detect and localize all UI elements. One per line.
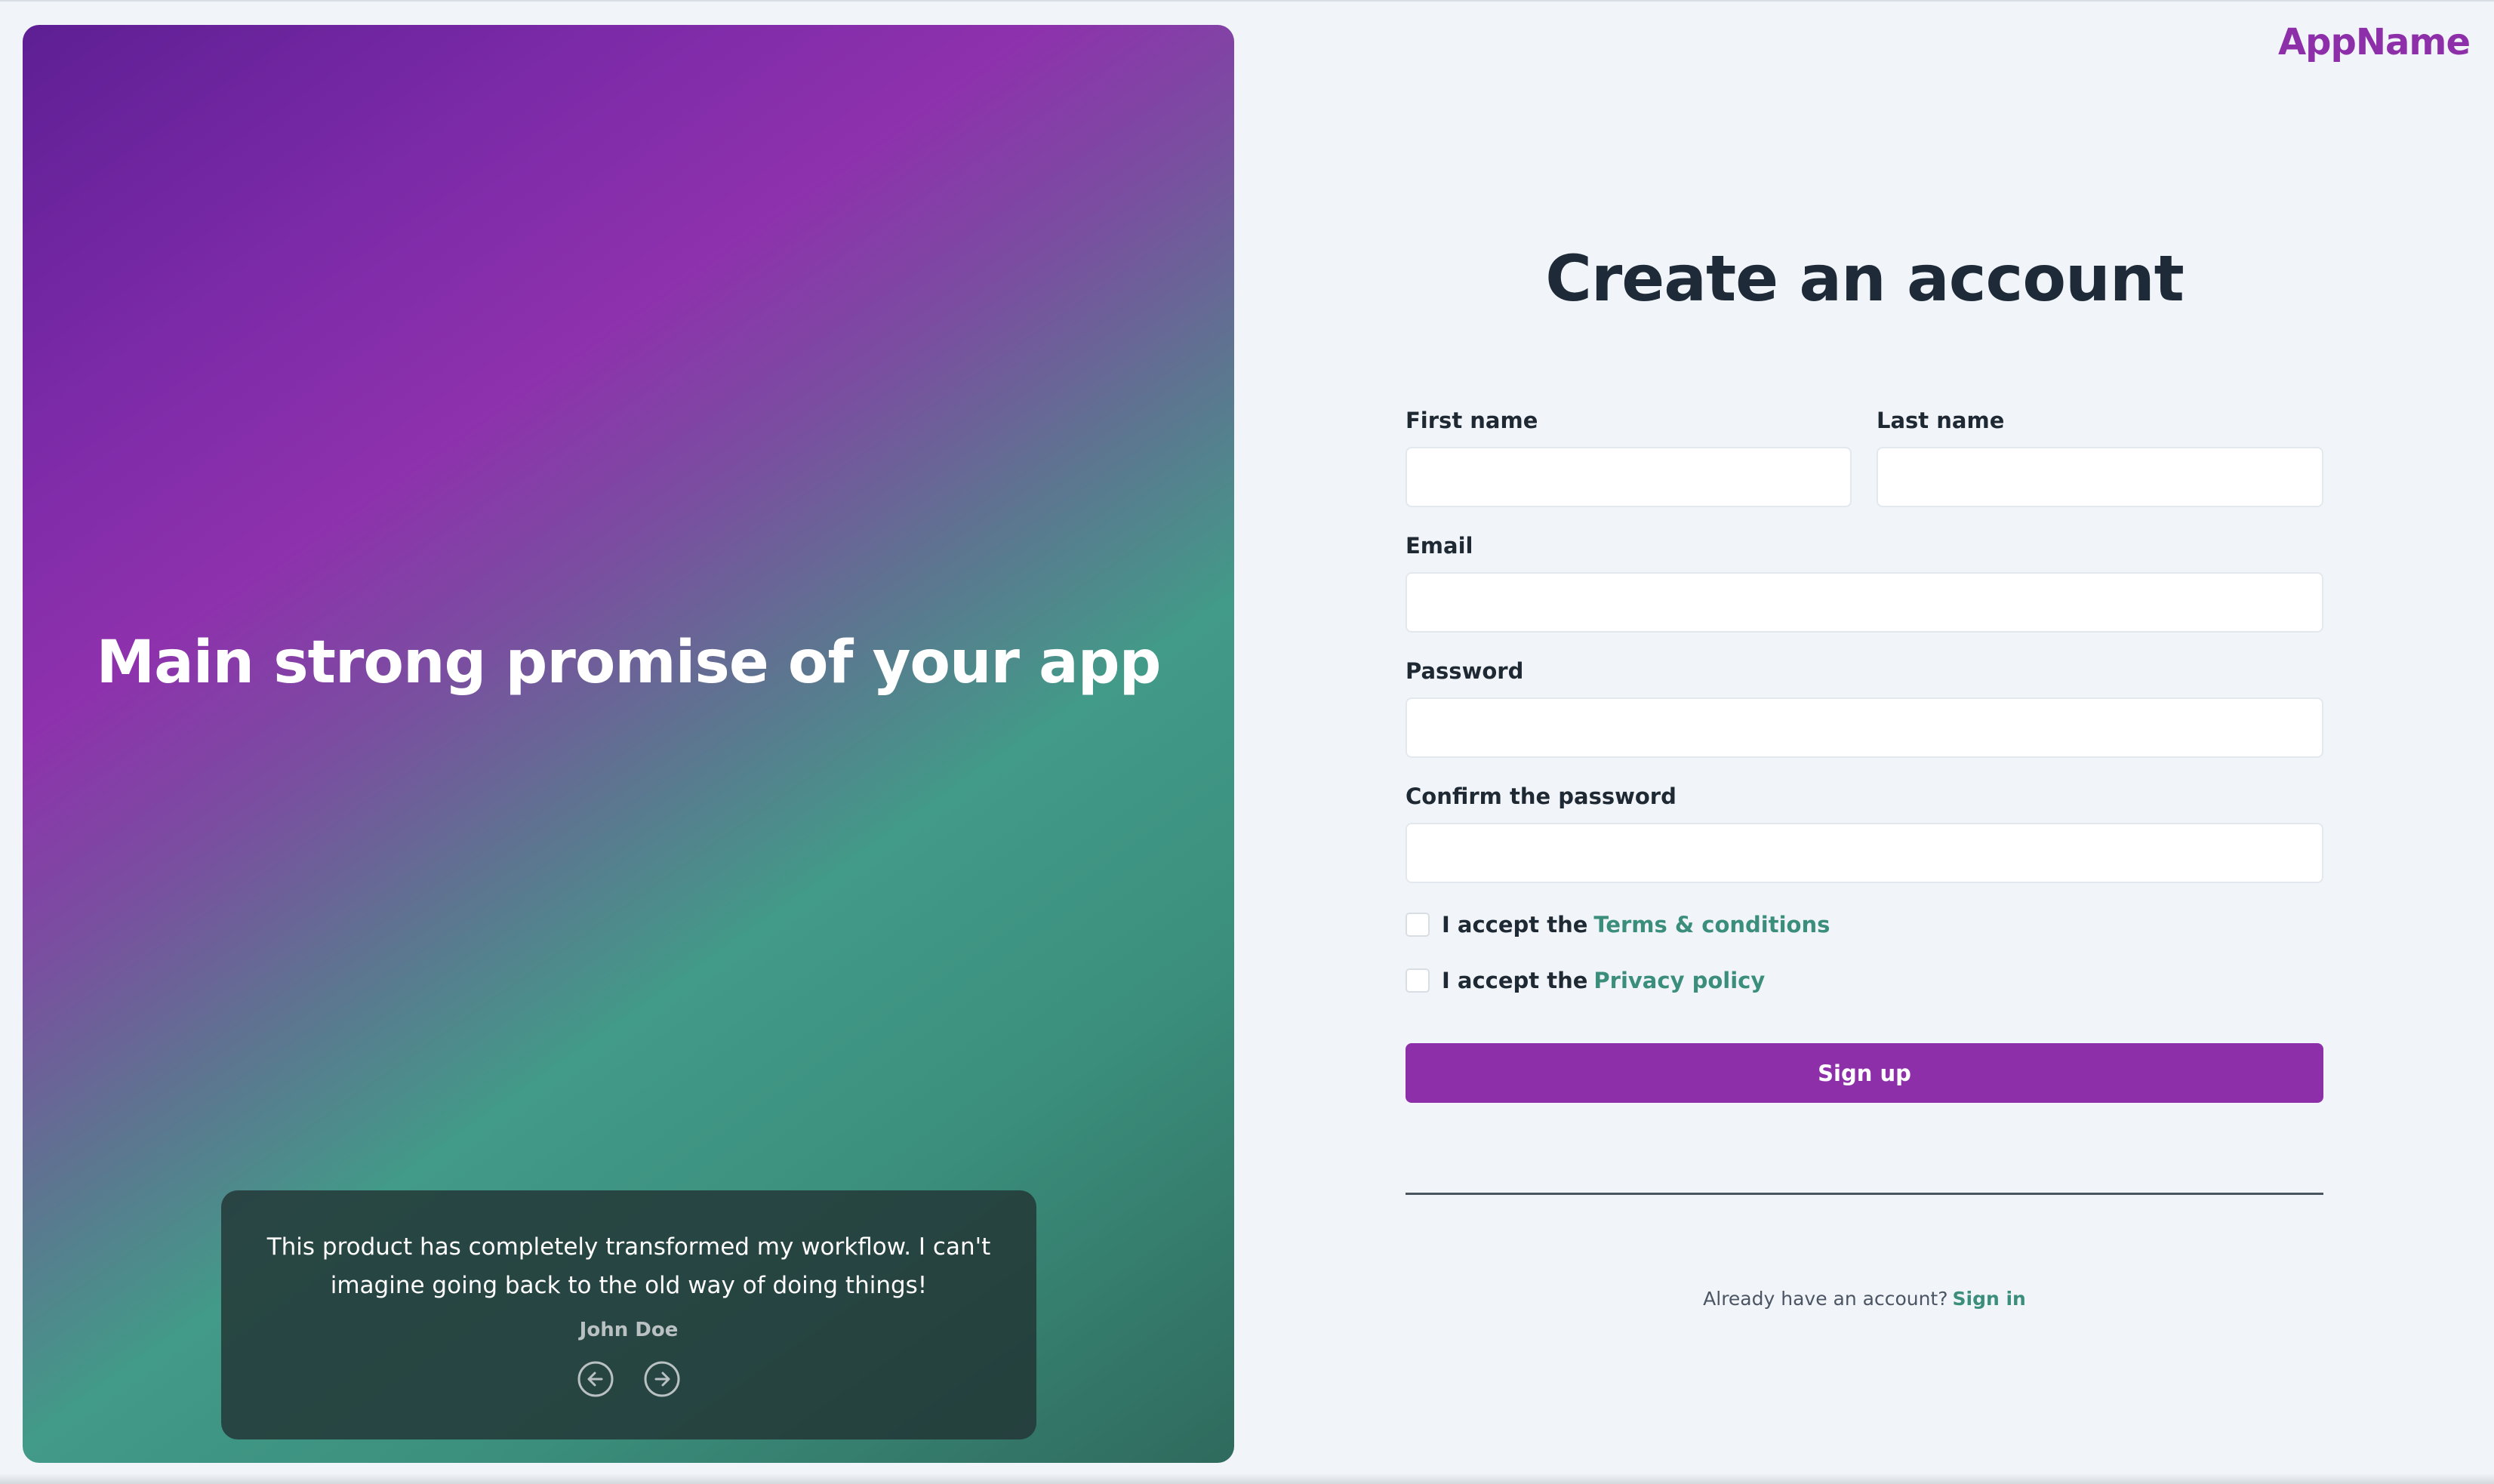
testimonial-author: John Doe	[579, 1319, 679, 1341]
form-title: Create an account	[1545, 242, 2185, 316]
testimonial-next-button[interactable]	[642, 1359, 682, 1399]
testimonial-nav	[221, 1359, 1036, 1399]
signin-row: Already have an account? Sign in	[1406, 1288, 2323, 1310]
confirm-password-input[interactable]	[1406, 823, 2323, 883]
sign-in-link[interactable]: Sign in	[1953, 1288, 2026, 1310]
password-label: Password	[1406, 658, 1524, 684]
privacy-row: I accept the Privacy policy	[1406, 968, 1765, 993]
email-input[interactable]	[1406, 572, 2323, 633]
terms-checkbox[interactable]	[1406, 913, 1430, 937]
password-input[interactable]	[1406, 697, 2323, 758]
privacy-prefix: I accept the	[1442, 968, 1588, 993]
testimonial-prev-button[interactable]	[576, 1359, 615, 1399]
signin-prompt: Already have an account?	[1703, 1288, 1948, 1310]
bottom-edge	[0, 1473, 2494, 1484]
testimonial-quote: This product has completely transformed …	[266, 1233, 991, 1299]
hero-title: Main strong promise of your app	[96, 629, 1162, 697]
divider	[1406, 1193, 2323, 1195]
signup-page: Main strong promise of your app This pro…	[0, 0, 2494, 1484]
app-logo[interactable]: AppName	[2278, 21, 2471, 63]
arrow-right-circle-icon	[644, 1361, 680, 1397]
testimonial-card: This product has completely transformed …	[221, 1190, 1036, 1439]
first-name-input[interactable]	[1406, 447, 1852, 507]
privacy-link[interactable]: Privacy policy	[1593, 968, 1765, 993]
arrow-left-circle-icon	[577, 1361, 614, 1397]
confirm-password-label: Confirm the password	[1406, 784, 1677, 809]
hero-panel: Main strong promise of your app This pro…	[23, 25, 1234, 1463]
terms-link[interactable]: Terms & conditions	[1593, 912, 1830, 938]
email-label: Email	[1406, 533, 1473, 559]
last-name-label: Last name	[1877, 408, 2005, 433]
terms-prefix: I accept the	[1442, 912, 1588, 938]
terms-row: I accept the Terms & conditions	[1406, 912, 1830, 938]
sign-up-button[interactable]: Sign up	[1406, 1043, 2323, 1103]
privacy-checkbox[interactable]	[1406, 968, 1430, 993]
last-name-input[interactable]	[1877, 447, 2323, 507]
first-name-label: First name	[1406, 408, 1538, 433]
